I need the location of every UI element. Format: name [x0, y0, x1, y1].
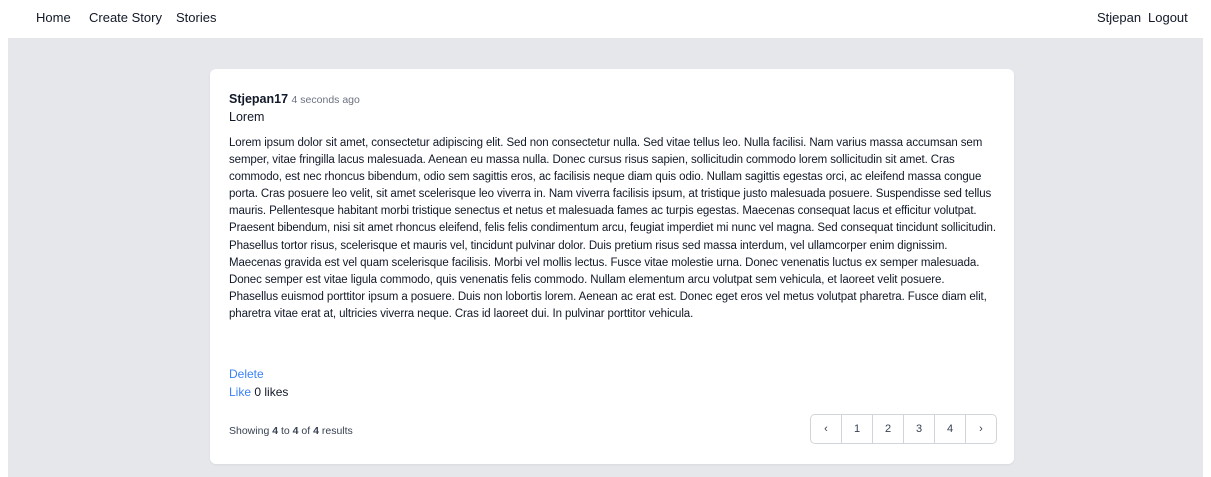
nav-logout-link[interactable]: Logout [1148, 10, 1188, 25]
results-to: 4 [292, 425, 299, 437]
page-2-button[interactable]: 2 [873, 415, 904, 443]
main-content: Stjepan17 4 seconds ago Lorem Lorem ipsu… [8, 38, 1203, 477]
page-1-button[interactable]: 1 [842, 415, 873, 443]
page-3-button[interactable]: 3 [904, 415, 935, 443]
likes-row: Like 0 likes [229, 385, 288, 399]
likes-count: 0 [254, 385, 262, 399]
story-time: 4 seconds ago [291, 94, 360, 106]
story-meta: Stjepan17 4 seconds ago [229, 92, 360, 106]
pagination: ‹ 1 2 3 4 › [810, 414, 997, 444]
nav-create-story-link[interactable]: Create Story [89, 10, 162, 25]
of-label: of [301, 425, 311, 437]
page-4-button[interactable]: 4 [935, 415, 966, 443]
nav-stories-link[interactable]: Stories [176, 10, 216, 25]
like-button[interactable]: Like [229, 385, 251, 399]
showing-label: Showing [229, 425, 270, 437]
story-title: Lorem [229, 110, 265, 124]
to-label: to [280, 425, 290, 437]
likes-label: likes [264, 385, 289, 399]
chevron-right-icon[interactable]: › [966, 415, 996, 443]
story-author: Stjepan17 [229, 92, 289, 106]
results-label: results [321, 425, 353, 437]
results-total: 4 [313, 425, 319, 437]
story-body: Lorem ipsum dolor sit amet, consectetur … [229, 137, 996, 320]
chevron-left-icon[interactable]: ‹ [811, 415, 842, 443]
results-from: 4 [272, 425, 279, 437]
top-nav: Home Create Story Stories Stjepan Logout [0, 0, 1211, 38]
nav-home-link[interactable]: Home [36, 10, 71, 25]
nav-user-link[interactable]: Stjepan [1097, 10, 1141, 25]
story-card: Stjepan17 4 seconds ago Lorem Lorem ipsu… [210, 69, 1014, 464]
delete-button[interactable]: Delete [229, 367, 264, 381]
results-summary: Showing 4 to 4 of 4 results [229, 425, 353, 437]
